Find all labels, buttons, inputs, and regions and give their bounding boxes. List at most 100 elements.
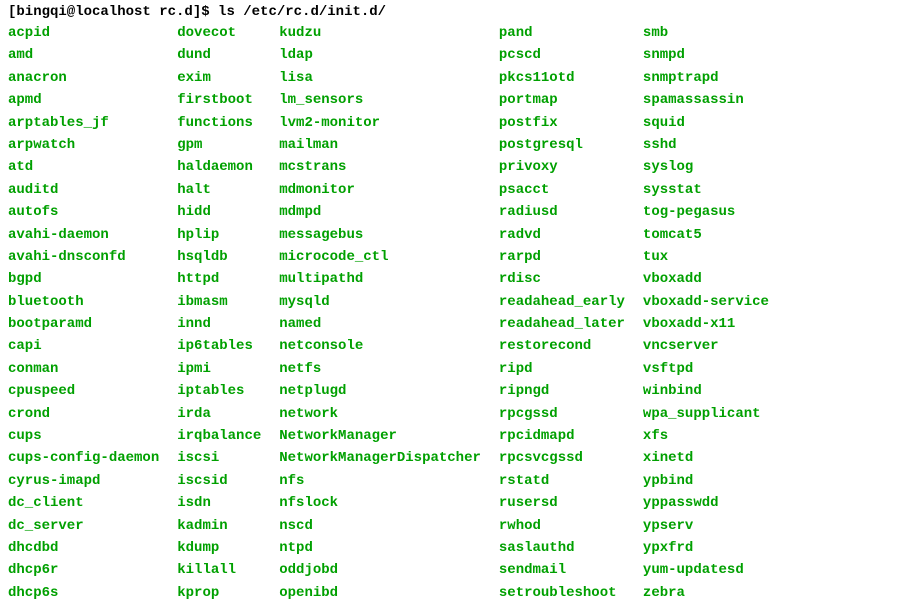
file-entry: nscd (279, 515, 481, 537)
file-entry: dovecot (177, 22, 261, 44)
file-entry: anacron (8, 67, 159, 89)
file-entry: vboxadd (643, 268, 769, 290)
file-entry: ibmasm (177, 291, 261, 313)
file-entry: isdn (177, 492, 261, 514)
file-entry: pcscd (499, 44, 625, 66)
ls-output: acpidamdanacronapmdarptables_jfarpwatcha… (8, 22, 906, 604)
file-entry: cyrus-imapd (8, 470, 159, 492)
file-entry: syslog (643, 156, 769, 178)
file-entry: vboxadd-x11 (643, 313, 769, 335)
file-entry: bluetooth (8, 291, 159, 313)
file-entry: auditd (8, 179, 159, 201)
file-entry: ntpd (279, 537, 481, 559)
file-entry: avahi-daemon (8, 224, 159, 246)
file-entry: oddjobd (279, 559, 481, 581)
file-entry: rpcgssd (499, 403, 625, 425)
file-entry: cups (8, 425, 159, 447)
file-entry: rwhod (499, 515, 625, 537)
file-entry: squid (643, 112, 769, 134)
file-entry: irqbalance (177, 425, 261, 447)
file-entry: sshd (643, 134, 769, 156)
file-entry: saslauthd (499, 537, 625, 559)
file-entry: multipathd (279, 268, 481, 290)
file-entry: halt (177, 179, 261, 201)
file-entry: dc_server (8, 515, 159, 537)
file-entry: messagebus (279, 224, 481, 246)
file-entry: pand (499, 22, 625, 44)
file-entry: mdmpd (279, 201, 481, 223)
file-entry: snmptrapd (643, 67, 769, 89)
file-entry: xfs (643, 425, 769, 447)
file-entry: acpid (8, 22, 159, 44)
file-entry: wpa_supplicant (643, 403, 769, 425)
file-entry: ipmi (177, 358, 261, 380)
file-entry: dund (177, 44, 261, 66)
file-entry: NetworkManagerDispatcher (279, 447, 481, 469)
file-entry: hsqldb (177, 246, 261, 268)
file-entry: tomcat5 (643, 224, 769, 246)
prompt-prefix: [bingqi@localhost rc.d]$ (8, 4, 218, 20)
file-entry: postfix (499, 112, 625, 134)
file-entry: restorecond (499, 335, 625, 357)
file-entry: irda (177, 403, 261, 425)
file-entry: bootparamd (8, 313, 159, 335)
shell-prompt-line: [bingqi@localhost rc.d]$ ls /etc/rc.d/in… (8, 4, 906, 20)
file-entry: readahead_later (499, 313, 625, 335)
file-entry: pkcs11otd (499, 67, 625, 89)
file-entry: sysstat (643, 179, 769, 201)
file-entry: bgpd (8, 268, 159, 290)
file-entry: postgresql (499, 134, 625, 156)
file-entry: named (279, 313, 481, 335)
file-entry: openibd (279, 582, 481, 604)
file-entry: smb (643, 22, 769, 44)
file-entry: spamassassin (643, 89, 769, 111)
ls-column-4: smbsnmpdsnmptrapdspamassassinsquidsshdsy… (643, 22, 769, 604)
file-entry: kadmin (177, 515, 261, 537)
file-entry: innd (177, 313, 261, 335)
file-entry: rdisc (499, 268, 625, 290)
file-entry: vboxadd-service (643, 291, 769, 313)
file-entry: setroubleshoot (499, 582, 625, 604)
file-entry: ypserv (643, 515, 769, 537)
ls-column-1: dovecotdundeximfirstbootfunctionsgpmhald… (177, 22, 261, 604)
file-entry: apmd (8, 89, 159, 111)
file-entry: dc_client (8, 492, 159, 514)
file-entry: hplip (177, 224, 261, 246)
file-entry: nfslock (279, 492, 481, 514)
file-entry: hidd (177, 201, 261, 223)
file-entry: ldap (279, 44, 481, 66)
file-entry: mysqld (279, 291, 481, 313)
ls-column-3: pandpcscdpkcs11otdportmappostfixpostgres… (499, 22, 625, 604)
file-entry: privoxy (499, 156, 625, 178)
file-entry: snmpd (643, 44, 769, 66)
file-entry: psacct (499, 179, 625, 201)
file-entry: ypbind (643, 470, 769, 492)
file-entry: arpwatch (8, 134, 159, 156)
file-entry: winbind (643, 380, 769, 402)
file-entry: capi (8, 335, 159, 357)
file-entry: iscsid (177, 470, 261, 492)
file-entry: netfs (279, 358, 481, 380)
file-entry: autofs (8, 201, 159, 223)
file-entry: portmap (499, 89, 625, 111)
file-entry: rarpd (499, 246, 625, 268)
file-entry: ripd (499, 358, 625, 380)
file-entry: sendmail (499, 559, 625, 581)
file-entry: crond (8, 403, 159, 425)
file-entry: killall (177, 559, 261, 581)
file-entry: rstatd (499, 470, 625, 492)
file-entry: conman (8, 358, 159, 380)
file-entry: vncserver (643, 335, 769, 357)
file-entry: functions (177, 112, 261, 134)
file-entry: xinetd (643, 447, 769, 469)
file-entry: yppasswdd (643, 492, 769, 514)
file-entry: vsftpd (643, 358, 769, 380)
file-entry: kprop (177, 582, 261, 604)
file-entry: zebra (643, 582, 769, 604)
file-entry: firstboot (177, 89, 261, 111)
file-entry: gpm (177, 134, 261, 156)
ls-column-2: kudzuldaplisalm_sensorslvm2-monitormailm… (279, 22, 481, 604)
file-entry: httpd (177, 268, 261, 290)
file-entry: microcode_ctl (279, 246, 481, 268)
file-entry: tog-pegasus (643, 201, 769, 223)
